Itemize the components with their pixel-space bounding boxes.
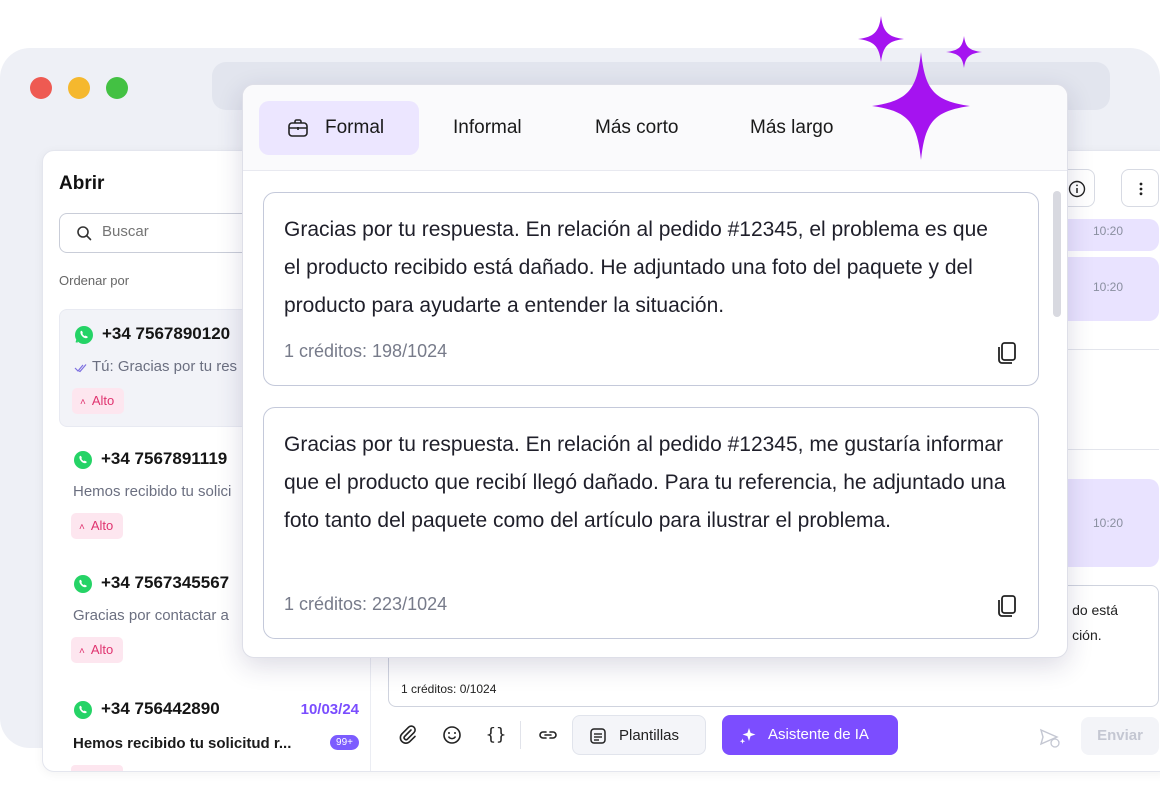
link-icon[interactable] <box>536 723 560 747</box>
templates-button[interactable]: Plantillas <box>572 715 706 755</box>
suggestion-text: Gracias por tu respuesta. En relación al… <box>284 433 1006 532</box>
chevron-up-icon: ˄ <box>80 397 86 408</box>
more-options-button[interactable] <box>1121 169 1159 207</box>
tab-label: Formal <box>325 117 385 138</box>
paperclip-icon[interactable] <box>396 723 420 747</box>
copy-icon[interactable] <box>996 594 1018 618</box>
emoji-icon[interactable] <box>440 723 464 747</box>
chevron-up-icon: ˄ <box>79 646 85 657</box>
priority-badge <box>71 765 123 771</box>
toolbar-divider <box>520 721 521 749</box>
priority-label: Alto <box>90 518 114 533</box>
scheduled-send-icon[interactable] <box>1039 727 1061 749</box>
whatsapp-icon <box>74 575 92 593</box>
templates-label: Plantillas <box>619 727 680 744</box>
suggestion-card[interactable]: Gracias por tu respuesta. En relación al… <box>263 192 1039 386</box>
whatsapp-icon <box>74 451 92 469</box>
briefcase-icon <box>288 119 308 137</box>
tab-label: Más corto <box>595 117 679 138</box>
composer-text: do está ción. <box>1072 598 1118 648</box>
conversation-phone: +34 7567890120 <box>102 324 231 343</box>
whatsapp-icon <box>74 701 92 719</box>
message-time: 10:20 <box>1092 280 1123 294</box>
minimize-window-button[interactable] <box>68 77 90 99</box>
suggestion-card[interactable]: Gracias por tu respuesta. En relación al… <box>263 407 1039 639</box>
conversation-preview: Hemos recibido tu solicitud r... <box>73 735 292 752</box>
stage: Abrir Ordenar por +34 7567890120 Tú: Gra… <box>0 0 1160 796</box>
conversation-phone: +34 7567891119 <box>101 449 228 468</box>
variables-icon[interactable]: {} <box>484 723 508 747</box>
info-icon <box>1068 180 1086 198</box>
conversation-phone: +34 7567345567 <box>101 573 230 592</box>
suggestion-text: Gracias por tu respuesta. En relación al… <box>284 218 988 317</box>
sidebar-title: Abrir <box>59 173 105 194</box>
priority-badge: ˄ Alto <box>71 513 124 539</box>
message-time: 10:20 <box>1092 224 1123 238</box>
ai-suggestions-popup: Formal Informal Más corto Más largo Grac… <box>242 84 1068 658</box>
conversation-preview: Gracias por contactar a <box>73 607 229 624</box>
chevron-up-icon: ˄ <box>79 522 85 533</box>
tab-shorter[interactable]: Más corto <box>579 101 709 155</box>
conversation-item[interactable]: +34 756442890 10/03/24 Hemos recibido tu… <box>59 691 359 771</box>
tab-longer[interactable]: Más largo <box>733 101 863 155</box>
conversation-preview: Hemos recibido tu solici <box>73 483 232 500</box>
unread-count-badge: 99+ <box>330 735 359 750</box>
tab-formal[interactable]: Formal <box>259 101 419 155</box>
ai-assistant-label: Asistente de IA <box>768 726 869 743</box>
conversation-preview: Tú: Gracias por tu res <box>92 358 238 375</box>
conversation-phone: +34 756442890 <box>101 699 220 718</box>
conversation-date: 10/03/24 <box>300 701 359 718</box>
search-icon <box>77 226 92 241</box>
maximize-window-button[interactable] <box>106 77 128 99</box>
composer-toolbar: {} Plantillas Asistente de IA Enviar <box>372 713 1160 757</box>
suggestion-credits: 1 créditos: 223/1024 <box>284 594 448 614</box>
close-window-button[interactable] <box>30 77 52 99</box>
sparkle-icon <box>739 728 756 744</box>
whatsapp-icon <box>75 326 93 344</box>
sort-label[interactable]: Ordenar por <box>59 273 129 288</box>
tab-label: Más largo <box>750 117 834 138</box>
priority-badge: ˄ Alto <box>72 388 125 414</box>
ai-assistant-button[interactable]: Asistente de IA <box>722 715 898 755</box>
send-button[interactable]: Enviar <box>1081 717 1159 755</box>
scrollbar-thumb[interactable] <box>1053 191 1061 317</box>
copy-icon[interactable] <box>996 341 1018 365</box>
composer-text-line: do está <box>1072 602 1118 618</box>
priority-label: Alto <box>91 393 115 408</box>
suggestion-credits: 1 créditos: 198/1024 <box>284 341 448 361</box>
priority-badge: ˄ Alto <box>71 637 124 663</box>
composer-text-line: ción. <box>1072 627 1102 643</box>
composer-credits: 1 créditos: 0/1024 <box>401 682 497 696</box>
priority-label: Alto <box>90 642 114 657</box>
tab-informal[interactable]: Informal <box>437 101 557 155</box>
tab-label: Informal <box>453 117 522 138</box>
templates-icon <box>590 728 606 744</box>
kebab-menu-icon <box>1139 182 1143 196</box>
message-time: 10:20 <box>1092 516 1123 530</box>
double-check-icon <box>74 364 87 373</box>
sparkle-icon <box>872 52 970 160</box>
